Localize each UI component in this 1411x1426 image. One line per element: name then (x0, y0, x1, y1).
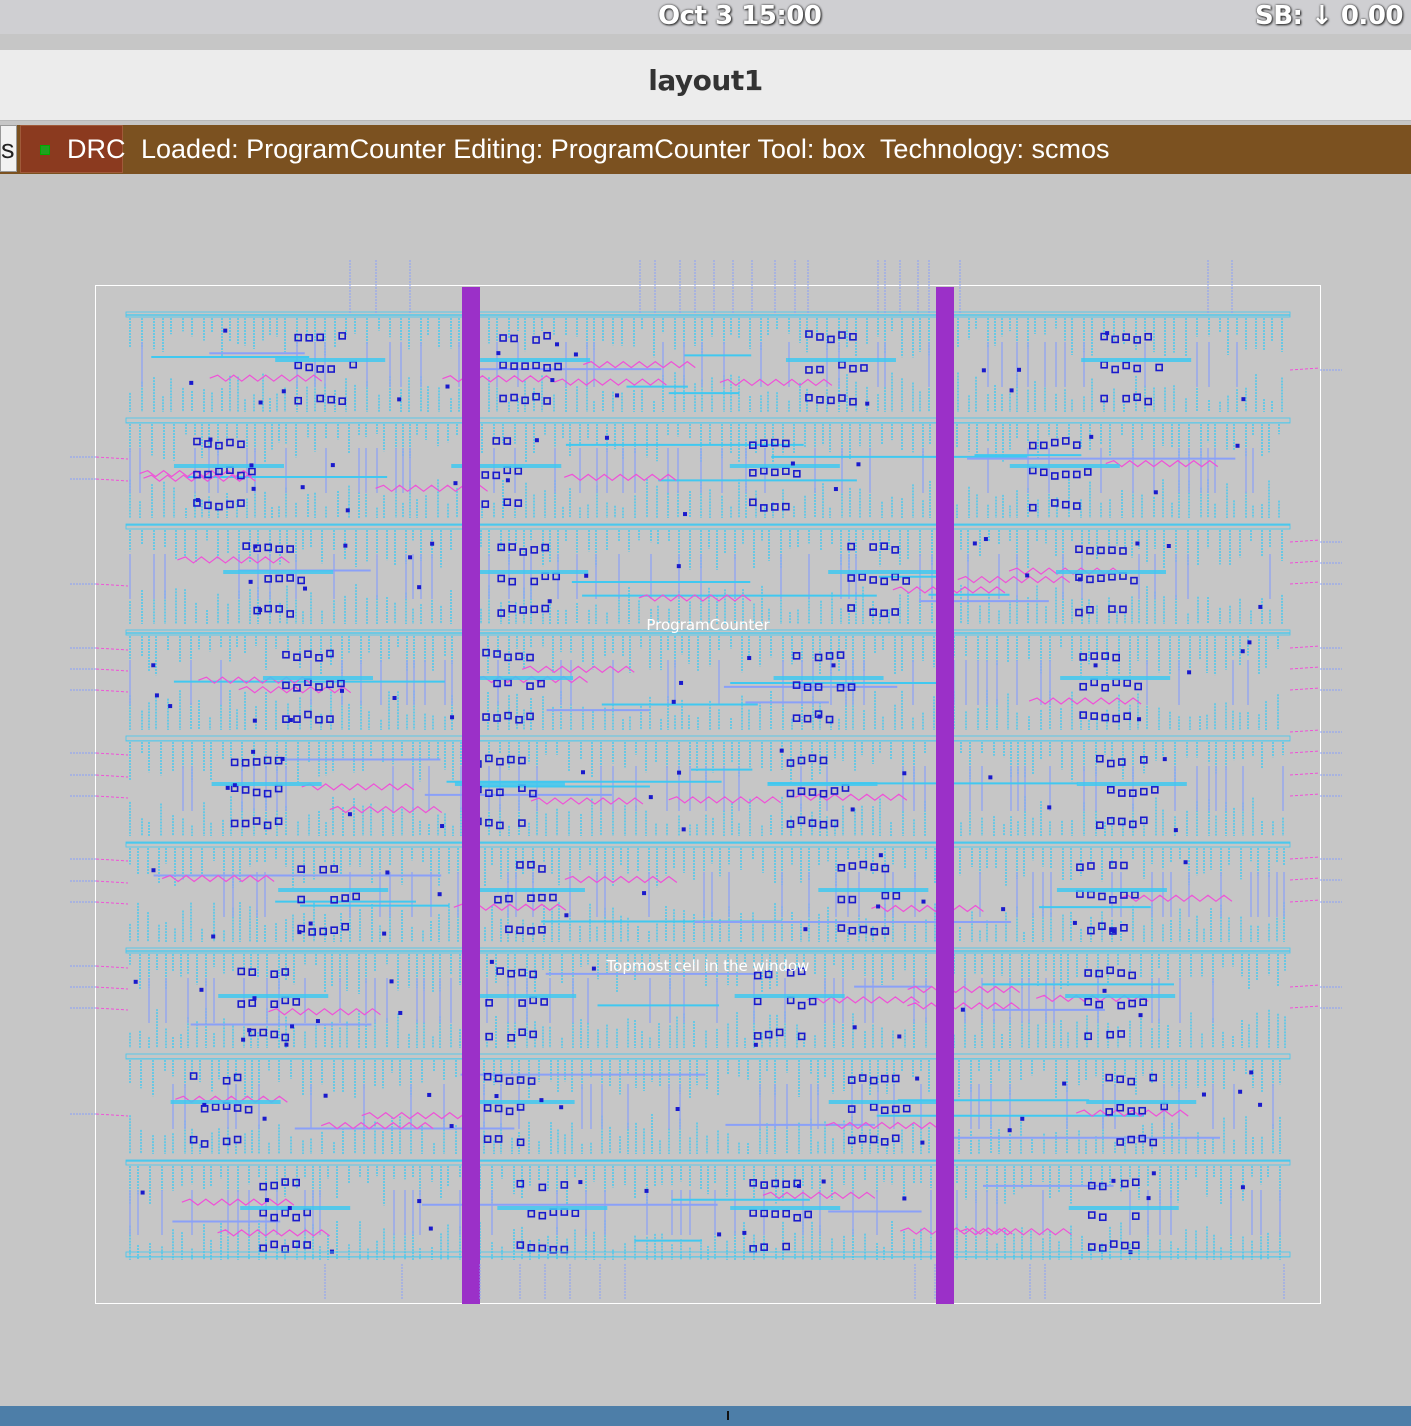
drc-status-icon (40, 145, 50, 155)
row-rail (125, 1159, 1291, 1166)
window-titlebar[interactable]: layout1 (0, 50, 1411, 121)
cell-row (125, 417, 1291, 518)
cell-row (125, 1159, 1291, 1260)
cell-row (125, 523, 1291, 624)
system-top-bar: Oct 3 15:00 SB: ↓ 0.00 (0, 0, 1411, 34)
window-title: layout1 (648, 64, 763, 97)
power-rail (462, 287, 480, 1304)
cell-outline (95, 285, 1321, 1304)
row-rail (125, 417, 1291, 424)
row-rail (125, 735, 1291, 742)
bottom-scrollbar[interactable] (0, 1406, 1411, 1426)
row-rail (125, 311, 1291, 318)
clock[interactable]: Oct 3 15:00 (658, 1, 822, 31)
cell-row (125, 311, 1291, 412)
cell-row (125, 841, 1291, 942)
standard-cell-rows (125, 311, 1291, 1260)
cell-row (125, 629, 1291, 730)
row-rail (125, 1053, 1291, 1060)
drc-label: DRC (67, 134, 126, 164)
topmost-cell-label: Topmost cell in the window (606, 957, 810, 975)
row-rail (125, 841, 1291, 848)
prev-tab-button[interactable]: s (0, 125, 17, 172)
row-rail (125, 523, 1291, 530)
row-rail (125, 947, 1291, 954)
cell-name-label: ProgramCounter (646, 616, 770, 634)
layout-status-text: Loaded: ProgramCounter Editing: ProgramC… (141, 134, 1110, 164)
cell-row (125, 1053, 1291, 1154)
system-status[interactable]: SB: ↓ 0.00 (1255, 1, 1403, 31)
cell-bounding-box (95, 285, 1321, 1304)
layout-canvas[interactable]: ProgramCounter Topmost cell in the windo… (0, 174, 1411, 1406)
status-strip: s DRC Loaded: ProgramCounter Editing: Pr… (0, 125, 1411, 174)
scroll-thumb-marker[interactable] (727, 1411, 729, 1420)
layout-drawing[interactable]: ProgramCounter Topmost cell in the windo… (0, 174, 1411, 1406)
drc-button[interactable]: DRC (20, 125, 126, 173)
row-rail (125, 1251, 1291, 1258)
power-rail (936, 287, 954, 1304)
cell-row (125, 735, 1291, 836)
